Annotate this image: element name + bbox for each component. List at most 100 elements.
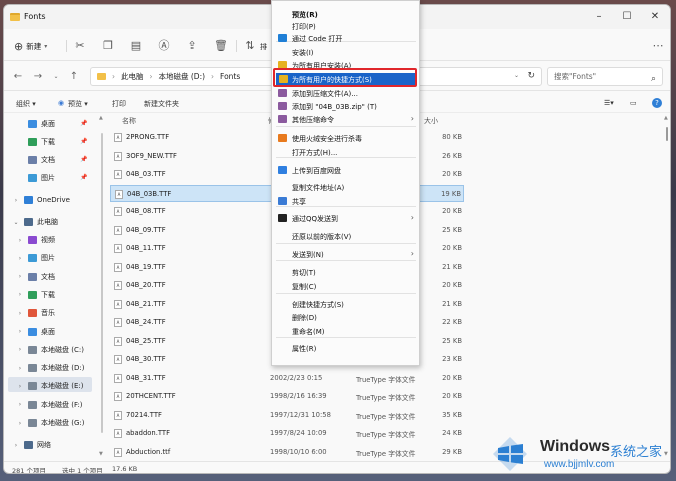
file-list-scrollbar[interactable]: ▲ ▼ xyxy=(664,113,670,461)
context-menu-item[interactable]: 其他压缩命令 › xyxy=(272,113,420,125)
chevron-down-icon[interactable]: ⌄ xyxy=(514,72,519,79)
sidebar-item[interactable]: › 桌面 xyxy=(16,325,55,339)
sidebar-item-label: 桌面 xyxy=(41,120,55,128)
navigation-scrollbar[interactable]: ▲ ▼ xyxy=(99,113,105,461)
share-icon[interactable]: ⇪ xyxy=(186,40,198,52)
chevron-right-icon[interactable]: › xyxy=(16,291,24,298)
sidebar-item[interactable]: › 文档 xyxy=(16,270,55,284)
sidebar-item[interactable]: › 视频 xyxy=(16,233,55,247)
new-folder-button[interactable]: 新建文件夹 xyxy=(144,99,179,109)
context-menu-item[interactable]: 创建快捷方式(S) xyxy=(272,298,420,310)
context-menu-item[interactable]: 发送到(N) › xyxy=(272,248,420,260)
organize-button[interactable]: 组织 ▾ xyxy=(16,99,36,109)
font-file-icon: A xyxy=(114,262,122,272)
forward-icon[interactable]: → xyxy=(32,71,44,83)
chevron-right-icon[interactable]: › xyxy=(12,197,20,204)
breadcrumb-item[interactable]: 本地磁盘 (D:) xyxy=(159,71,206,82)
up-icon[interactable]: ↑ xyxy=(68,71,80,83)
sidebar-item-label: 本地磁盘 (F:) xyxy=(41,400,83,409)
view-list-icon[interactable]: ☰▾ xyxy=(604,99,614,107)
context-menu-item[interactable]: 添加到 "04B_03B.zip" (T) xyxy=(272,100,420,112)
new-button[interactable]: ⊕ 新建 ▾ xyxy=(14,39,47,53)
sidebar-item[interactable]: › 本地磁盘 (E:) xyxy=(16,379,83,393)
breadcrumb-item[interactable]: Fonts xyxy=(220,72,240,81)
chevron-right-icon[interactable]: › xyxy=(16,346,24,353)
sidebar-item[interactable]: › 下载 xyxy=(16,288,55,302)
chevron-right-icon[interactable]: › xyxy=(16,237,24,244)
context-menu-item[interactable]: 重命名(M) xyxy=(272,325,420,337)
paste-icon[interactable]: ▤ xyxy=(130,40,142,52)
context-menu-item[interactable]: 使用火绒安全进行杀毒 xyxy=(272,132,420,144)
chevron-right-icon[interactable]: › xyxy=(16,365,24,372)
preview-button[interactable]: 预览 ▾ xyxy=(68,99,88,109)
chevron-right-icon[interactable]: › xyxy=(16,401,24,408)
context-menu-item[interactable]: 复制文件地址(A) xyxy=(272,181,420,193)
context-menu-item[interactable]: 安装(I) xyxy=(272,46,420,58)
column-header-size[interactable]: 大小 xyxy=(424,116,438,126)
sidebar-item[interactable]: › 网络 xyxy=(12,438,51,452)
minimize-button[interactable]: – xyxy=(592,10,606,24)
menu-item-label: 属性(R) xyxy=(292,345,317,353)
context-menu-item[interactable]: 还原以前的版本(V) xyxy=(272,230,420,242)
chevron-down-icon[interactable]: ⌄ xyxy=(12,219,20,226)
sidebar-item[interactable]: 桌面 xyxy=(28,117,55,131)
sidebar-item[interactable]: › 音乐 xyxy=(16,306,55,320)
context-menu-item[interactable]: 属性(R) xyxy=(272,342,420,354)
context-menu-item[interactable]: 打印(P) xyxy=(272,20,420,32)
sidebar-item[interactable]: 图片 xyxy=(28,171,55,185)
file-size: 80 KB xyxy=(442,133,462,141)
sort-label[interactable]: 排 xyxy=(260,42,267,52)
context-menu-item[interactable]: 上传到百度网盘 xyxy=(272,164,420,176)
file-row[interactable]: Aabaddon.TTF 1997/8/24 10:09 TrueType 字体文件… xyxy=(110,425,464,442)
file-row[interactable]: A 70214.TTF 1997/12/31 10:58 TrueType 字体文件 3… xyxy=(110,407,464,424)
context-menu-item[interactable]: 预览(R) xyxy=(272,8,420,20)
rename-icon[interactable]: Ⓐ xyxy=(158,40,170,52)
search-input[interactable]: 搜索"Fonts" ⌕ xyxy=(547,67,663,86)
column-header-name[interactable]: 名称 xyxy=(122,116,136,126)
chevron-right-icon[interactable]: › xyxy=(12,442,20,449)
refresh-icon[interactable]: ↻ xyxy=(527,71,535,81)
chevron-right-icon[interactable]: › xyxy=(16,328,24,335)
context-menu-item[interactable]: 通过 Code 打开 xyxy=(272,32,420,44)
context-menu-item[interactable]: 打开方式(H)... xyxy=(272,146,420,158)
context-menu-item[interactable]: 添加到压缩文件(A)... xyxy=(272,87,420,99)
file-row[interactable]: A Abduction.ttf 1998/10/10 6:00 TrueType 字体… xyxy=(110,444,464,461)
sidebar-item[interactable]: › 本地磁盘 (G:) xyxy=(16,416,84,430)
sidebar-item[interactable]: › 本地磁盘 (D:) xyxy=(16,361,84,375)
file-name: 04B_31.TTF xyxy=(126,373,166,382)
breadcrumb-item[interactable]: 此电脑 xyxy=(121,71,144,82)
delete-icon[interactable]: 🗑 xyxy=(214,40,228,52)
chevron-right-icon[interactable]: › xyxy=(16,383,24,390)
sidebar-item[interactable]: › 本地磁盘 (C:) xyxy=(16,343,84,357)
recent-dropdown-icon[interactable]: ⌄ xyxy=(50,71,62,83)
file-row[interactable]: A 20THCENT.TTF 1998/2/16 16:39 TrueType 字体文… xyxy=(110,388,464,405)
close-button[interactable]: ✕ xyxy=(648,10,662,24)
more-options-icon[interactable]: ⋯ xyxy=(652,40,664,52)
context-menu-item[interactable]: 通过QQ发送到 › xyxy=(272,212,420,224)
chevron-right-icon[interactable]: › xyxy=(16,255,24,262)
back-icon[interactable]: ← xyxy=(12,71,24,83)
sidebar-item[interactable]: › 本地磁盘 (F:) xyxy=(16,398,83,412)
sidebar-item[interactable]: ⌄ 此电脑 xyxy=(12,215,58,229)
print-button[interactable]: 打印 xyxy=(112,99,126,109)
sort-icon[interactable]: ⇅ xyxy=(244,40,256,52)
chevron-right-icon[interactable]: › xyxy=(16,420,24,427)
chevron-right-icon[interactable]: › xyxy=(16,310,24,317)
chevron-right-icon[interactable]: › xyxy=(16,273,24,280)
context-menu-item[interactable]: 剪切(T) xyxy=(272,266,420,278)
preview-pane-icon[interactable]: ▭ xyxy=(630,99,637,107)
sidebar-item[interactable]: 下载 xyxy=(28,135,55,149)
sidebar-item[interactable]: › 图片 xyxy=(16,251,55,265)
context-menu-item[interactable]: 删除(D) xyxy=(272,311,420,323)
cut-icon[interactable]: ✂ xyxy=(74,40,86,52)
sidebar-item[interactable]: › OneDrive xyxy=(12,193,70,207)
file-row[interactable]: A 04B_31.TTF 2002/2/23 0:15 TrueType 字体文件 20… xyxy=(110,370,464,387)
context-menu-item[interactable]: 共享 xyxy=(272,195,420,207)
maximize-button[interactable]: ☐ xyxy=(620,10,634,24)
help-icon[interactable]: ? xyxy=(652,98,662,108)
sidebar-item[interactable]: 文档 xyxy=(28,153,55,167)
context-menu-item[interactable]: 复制(C) xyxy=(272,280,420,292)
vscode-icon xyxy=(278,34,287,42)
copy-icon[interactable]: ❐ xyxy=(102,40,114,52)
computer-icon xyxy=(24,218,33,226)
